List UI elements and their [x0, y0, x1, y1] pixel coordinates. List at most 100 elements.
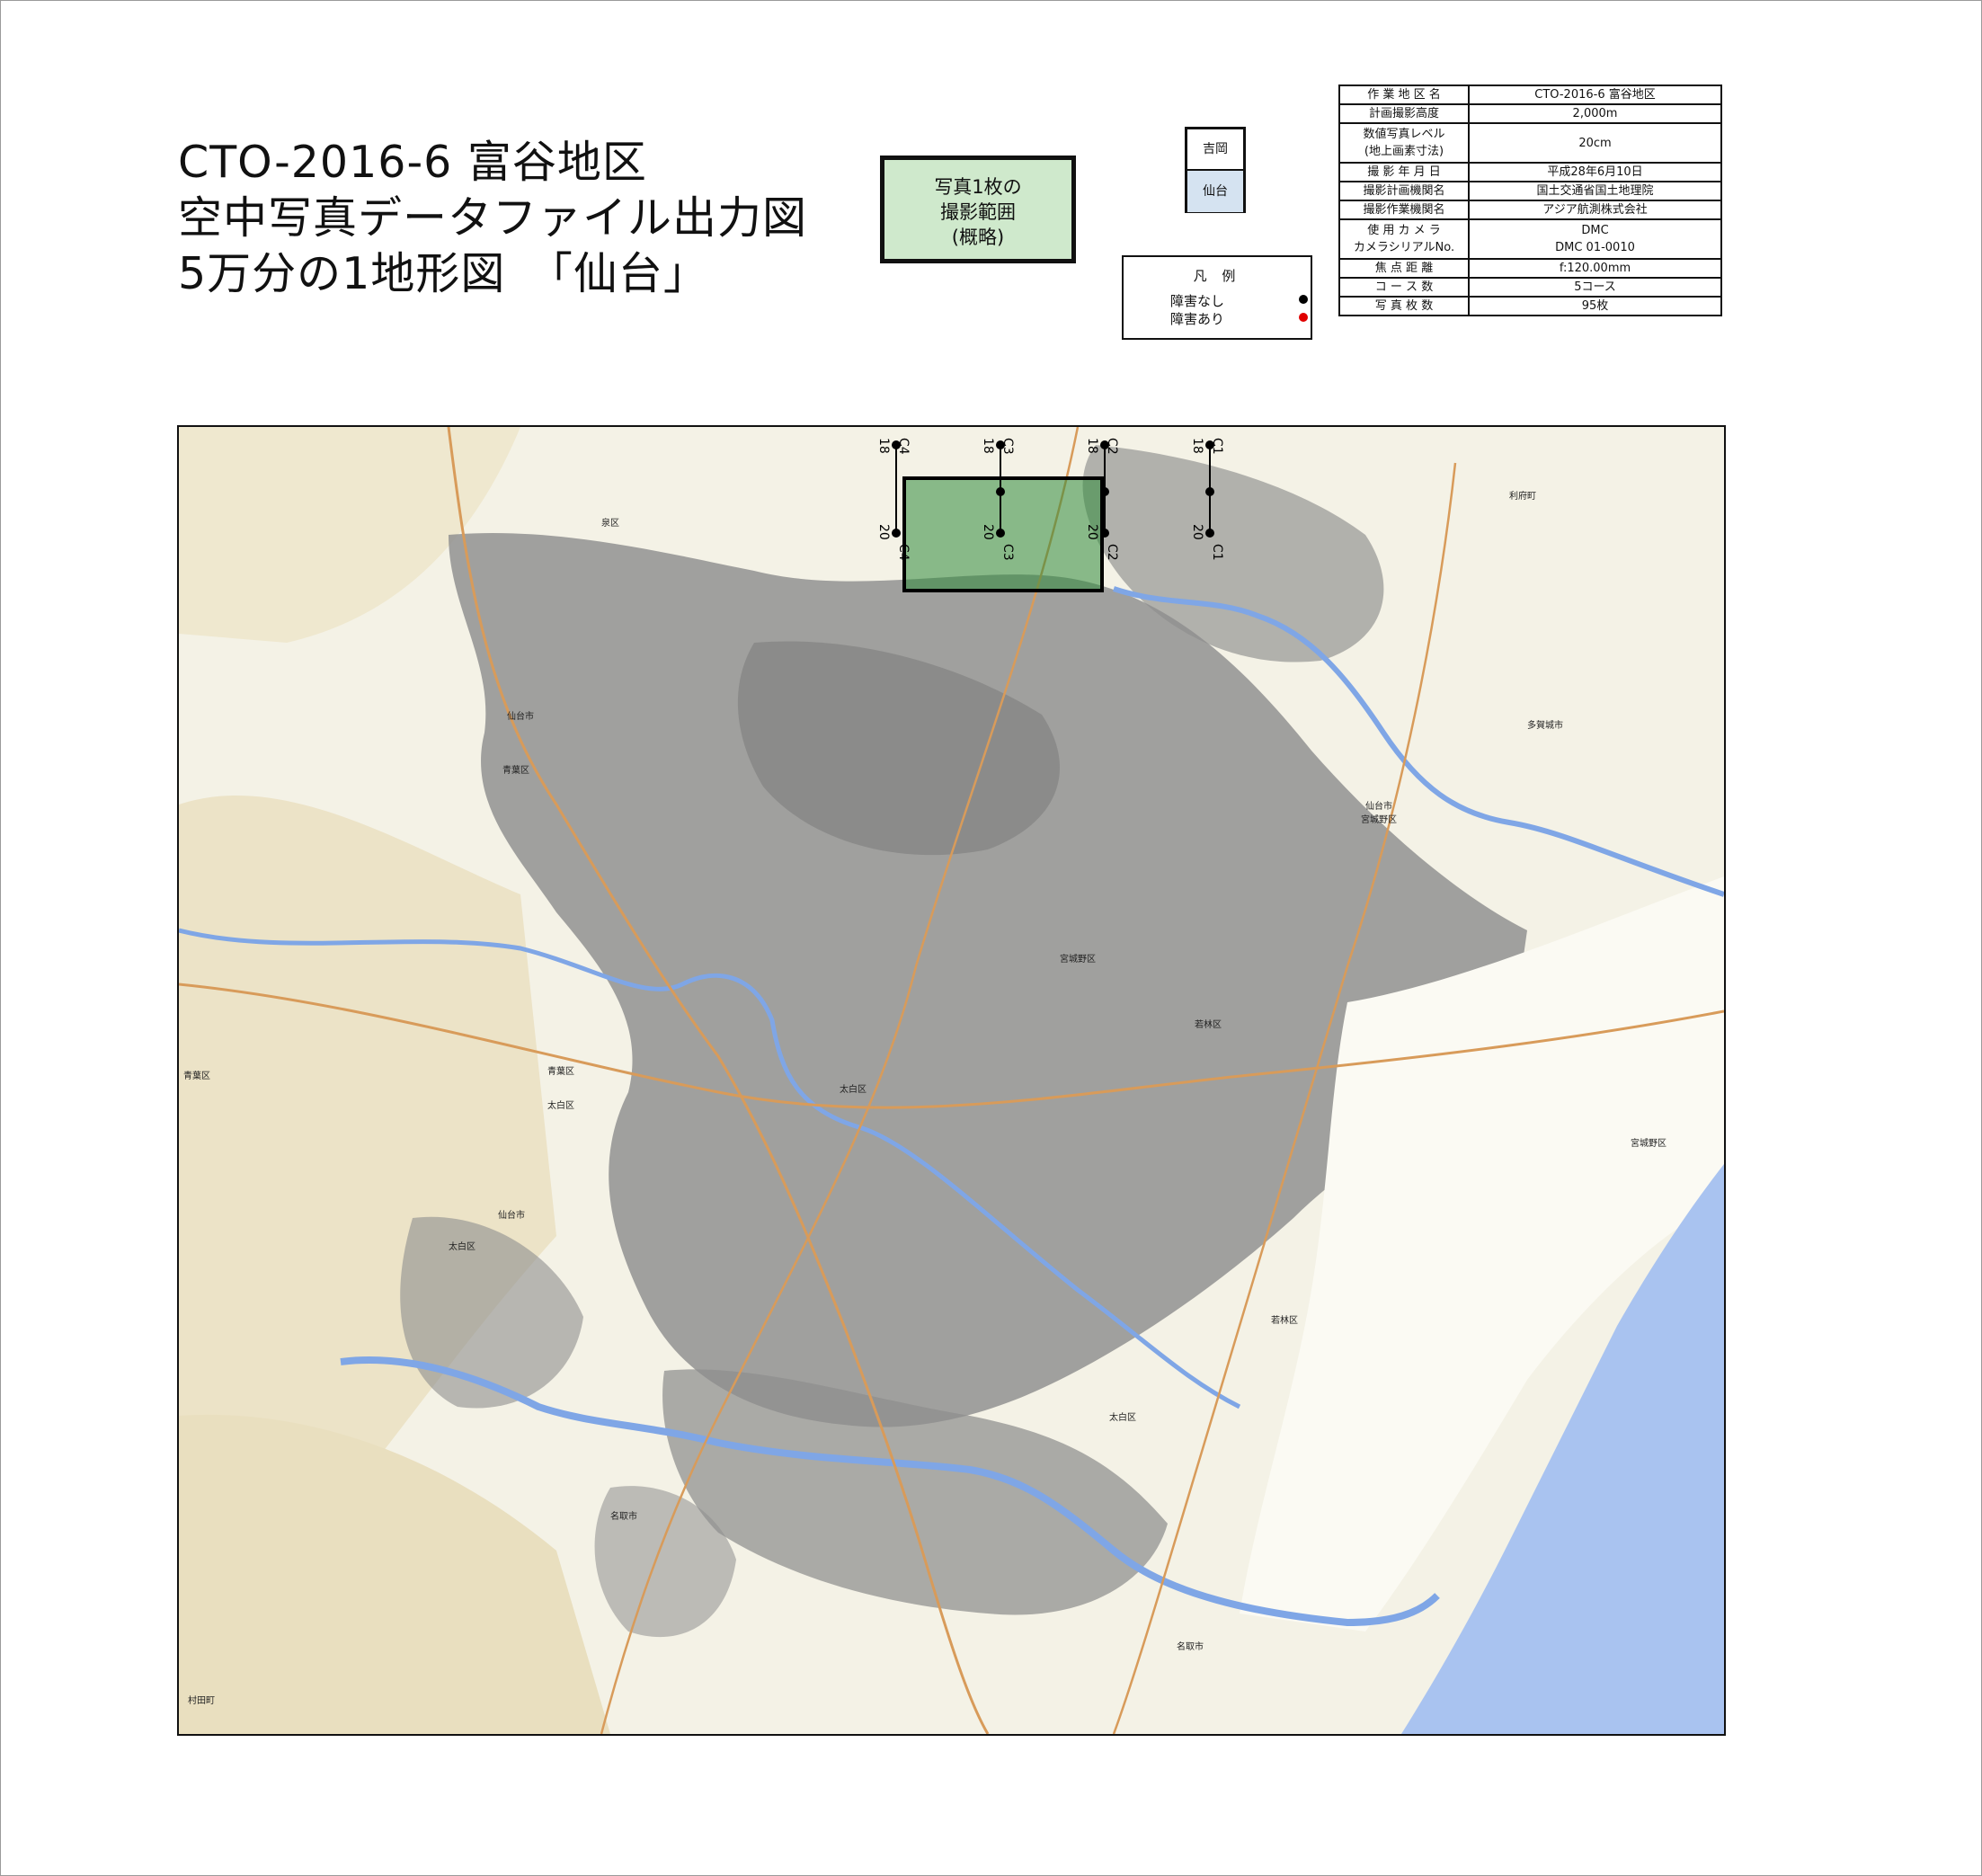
course-name: C2 [1105, 544, 1119, 561]
info-value: DMC DMC 01-0010 [1468, 218, 1722, 260]
place-label: 利府町 [1509, 490, 1536, 502]
info-value-line1: DMC [1581, 224, 1609, 237]
info-row: コ ー ス 数 5コース [1338, 277, 1722, 298]
place-label: 青葉区 [183, 1070, 210, 1081]
coverage-line-1: 写真1枚の [934, 176, 1022, 198]
info-key-line1: 数値写真レベル [1363, 128, 1445, 141]
info-value: アジア航測株式会社 [1468, 200, 1722, 220]
course-start-number: 18 [1190, 438, 1204, 454]
info-value: 95枚 [1468, 296, 1722, 316]
sheet-north: 吉岡 [1187, 129, 1243, 171]
course-name: C3 [1000, 438, 1015, 455]
urban-area [400, 1216, 583, 1409]
course-end-number: 20 [1190, 524, 1204, 540]
course-start-number: 18 [981, 438, 995, 454]
course-end-number: 20 [981, 524, 995, 540]
photo-center [892, 529, 901, 538]
photo-center [1205, 487, 1214, 496]
course-end-number: 20 [876, 524, 891, 540]
info-key: コ ー ス 数 [1338, 277, 1470, 298]
info-key-line1: 使 用 カ メ ラ [1367, 224, 1441, 237]
sheet-current: 仙台 [1187, 171, 1243, 212]
info-row: 使 用 カ メ ラカメラシリアルNo. DMC DMC 01-0010 [1338, 218, 1722, 260]
info-value-line2: DMC 01-0010 [1555, 241, 1635, 254]
info-value: f:120.00mm [1468, 258, 1722, 279]
info-key: 使 用 カ メ ラカメラシリアルNo. [1338, 218, 1470, 260]
legend-dot-ok-icon [1299, 295, 1308, 304]
photo-center [1205, 529, 1214, 538]
place-label: 宮城野区 [1060, 953, 1096, 965]
info-row: 焦 点 距 離 f:120.00mm [1338, 258, 1722, 279]
place-label: 青葉区 [547, 1065, 574, 1077]
course-name: C3 [1000, 544, 1015, 561]
info-value: 2,000m [1468, 103, 1722, 124]
info-key-line2: カメラシリアルNo. [1353, 241, 1455, 254]
urban-area [662, 1369, 1168, 1615]
info-row: 写 真 枚 数 95枚 [1338, 296, 1722, 316]
coverage-line-2: 撮影範囲 [940, 201, 1016, 223]
hill-area [179, 1414, 610, 1734]
info-key: 計画撮影高度 [1338, 103, 1470, 124]
topographic-map[interactable]: 18 C4 20 C4 18 C3 20 C3 18 C2 20 C2 18 C… [177, 425, 1726, 1736]
info-row: 数値写真レベル (地上画素寸法) 20cm [1338, 122, 1722, 164]
info-table: 作 業 地 区 名 CTO-2016-6 富谷地区 計画撮影高度 2,000m 数値… [1338, 84, 1722, 316]
place-label: 若林区 [1195, 1018, 1222, 1030]
info-row: 撮影作業機関名 アジア航測株式会社 [1338, 200, 1722, 220]
course-name: C4 [896, 544, 911, 561]
course-name: C1 [1210, 544, 1224, 561]
place-label: 仙台市 [1365, 800, 1392, 812]
sheet-index: 吉岡 仙台 [1185, 127, 1246, 213]
photo-center [996, 529, 1005, 538]
course-start-number: 18 [1085, 438, 1099, 454]
info-key: 撮影計画機関名 [1338, 181, 1470, 201]
place-label: 太白区 [840, 1083, 867, 1095]
info-row: 作 業 地 区 名 CTO-2016-6 富谷地区 [1338, 84, 1722, 105]
info-key: 撮影作業機関名 [1338, 200, 1470, 220]
title-line-1: CTO-2016-6 富谷地区 [178, 137, 647, 188]
course-end-number: 20 [1085, 524, 1099, 540]
info-key: 写 真 枚 数 [1338, 296, 1470, 316]
place-label: 太白区 [449, 1240, 476, 1252]
info-row: 撮影計画機関名 国土交通省国土地理院 [1338, 181, 1722, 201]
course-name: C2 [1105, 438, 1119, 455]
photo-center [1100, 529, 1109, 538]
page-title: CTO-2016-6 富谷地区 空中写真データファイル出力図 5万分の1地形図 … [178, 135, 807, 302]
course-name: C1 [1210, 438, 1224, 455]
place-label: 仙台市 [498, 1209, 525, 1221]
info-key: 焦 点 距 離 [1338, 258, 1470, 279]
legend-item-ng: 障害あり [1170, 309, 1308, 328]
place-label: 宮城野区 [1631, 1137, 1666, 1149]
place-label: 名取市 [1177, 1640, 1204, 1652]
legend-label-ok: 障害なし [1170, 293, 1225, 309]
info-value: CTO-2016-6 富谷地区 [1468, 84, 1722, 105]
legend-item-ok: 障害なし [1170, 291, 1308, 310]
legend-title: 凡 例 [1193, 268, 1241, 284]
title-line-3: 5万分の1地形図 「仙台」 [178, 248, 708, 299]
info-value: 5コース [1468, 277, 1722, 298]
coverage-line-3: (概略) [951, 227, 1005, 248]
info-key: 撮 影 年 月 日 [1338, 162, 1470, 182]
course-name: C4 [896, 438, 911, 455]
legend-dot-ng-icon [1299, 313, 1308, 322]
place-label: 青葉区 [502, 764, 529, 776]
legend: 凡 例 障害なし 障害あり [1122, 255, 1312, 340]
course-start-number: 18 [876, 438, 891, 454]
info-row: 計画撮影高度 2,000m [1338, 103, 1722, 124]
place-label: 若林区 [1271, 1314, 1298, 1326]
place-label: 仙台市 [507, 710, 534, 722]
place-label: 多賀城市 [1527, 719, 1563, 731]
info-value: 平成28年6月10日 [1468, 162, 1722, 182]
photo-center [1100, 487, 1109, 496]
info-key: 数値写真レベル (地上画素寸法) [1338, 122, 1470, 164]
info-value: 国土交通省国土地理院 [1468, 181, 1722, 201]
photo-coverage-box: 写真1枚の 撮影範囲 (概略) [880, 156, 1076, 263]
place-label: 宮城野区 [1361, 814, 1397, 825]
legend-label-ng: 障害あり [1170, 311, 1225, 327]
map-canvas: 18 C4 20 C4 18 C3 20 C3 18 C2 20 C2 18 C… [179, 427, 1724, 1734]
place-label: 泉区 [601, 517, 619, 529]
place-label: 名取市 [610, 1510, 637, 1522]
place-label: 太白区 [547, 1099, 574, 1111]
title-line-2: 空中写真データファイル出力図 [178, 192, 808, 244]
place-label: 太白区 [1109, 1411, 1136, 1423]
place-label: 村田町 [188, 1694, 215, 1706]
